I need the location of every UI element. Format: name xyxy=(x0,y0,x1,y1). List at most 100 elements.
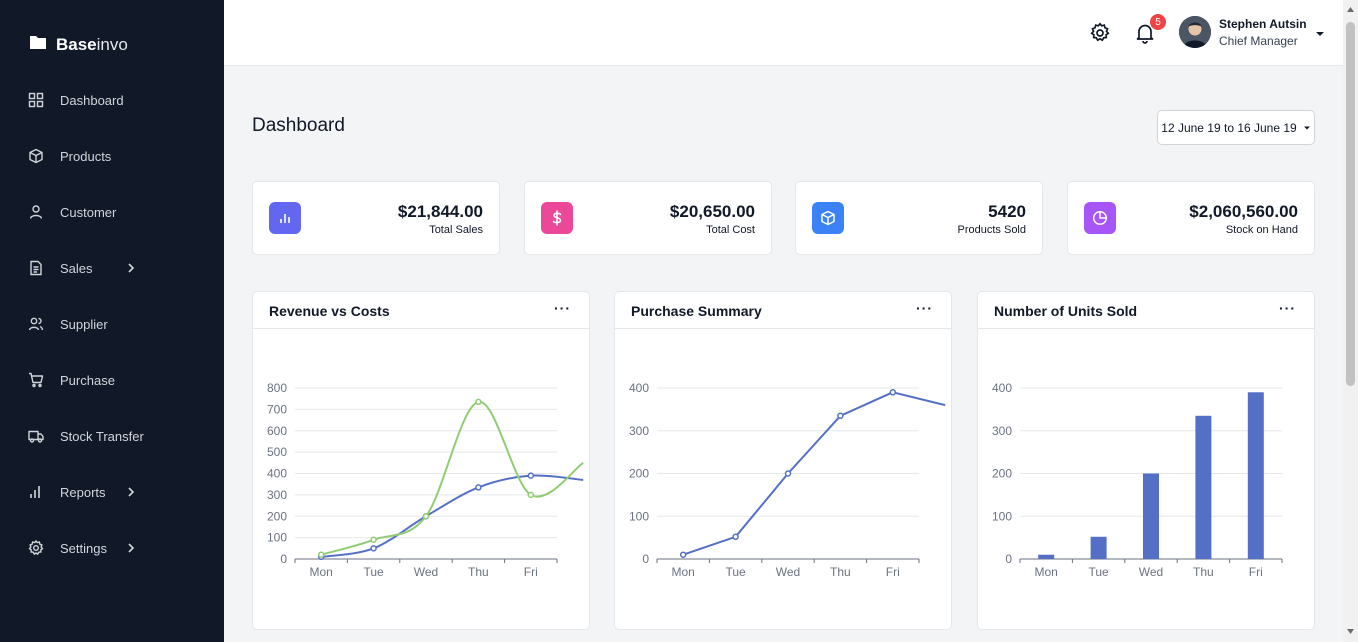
sidebar-item-label: Stock Transfer xyxy=(60,428,144,444)
y-tick-label: 200 xyxy=(629,467,649,481)
sidebar: Baseinvo Dashboard Products Customer Sal… xyxy=(0,0,224,642)
data-point xyxy=(370,536,377,544)
x-tick-label: Thu xyxy=(468,565,489,579)
x-tick-label: Fri xyxy=(1249,565,1263,579)
sidebar-item-label: Products xyxy=(60,148,112,164)
cart-icon xyxy=(28,372,44,388)
x-tick-label: Thu xyxy=(1193,565,1214,579)
gear-icon xyxy=(28,540,44,556)
bar-chart-icon xyxy=(28,484,44,500)
page-scrollbar[interactable] xyxy=(1343,0,1358,642)
y-tick-label: 0 xyxy=(642,552,649,566)
scroll-down-arrow-icon[interactable] xyxy=(1346,628,1355,636)
stat-card-total-sales: $21,844.00 Total Sales xyxy=(252,181,500,255)
y-tick-label: 100 xyxy=(267,531,287,545)
data-point xyxy=(422,513,430,520)
card-header: Revenue vs Costs ··· xyxy=(253,292,589,329)
document-icon xyxy=(28,260,44,276)
x-tick-label: Fri xyxy=(524,565,538,579)
data-point xyxy=(679,551,687,558)
y-tick-label: 100 xyxy=(629,509,649,523)
cube-icon xyxy=(812,202,844,234)
stat-card-total-cost: $20,650.00 Total Cost xyxy=(524,181,772,255)
stat-label: Stock on Hand xyxy=(1225,224,1298,236)
date-range-label: 12 June 19 to 16 June 19 xyxy=(1161,120,1297,135)
bar xyxy=(1038,554,1055,559)
user-role: Chief Manager xyxy=(1219,34,1298,48)
y-tick-label: 400 xyxy=(267,467,287,481)
chevron-right-icon xyxy=(124,261,138,275)
folder-icon xyxy=(29,34,47,55)
stat-value: $20,650.00 xyxy=(669,202,755,221)
sidebar-item-stock-transfer[interactable]: Stock Transfer xyxy=(0,408,224,464)
y-tick-label: 400 xyxy=(629,381,649,395)
stat-card-stock-on-hand: $2,060,560.00 Stock on Hand xyxy=(1067,181,1315,255)
data-point xyxy=(475,484,482,491)
stat-card-products-sold: 5420 Products Sold xyxy=(795,181,1043,255)
purchase-summary-chart: 0 100 200 300 400 Mon Tue Wed Thu Fri xyxy=(629,381,946,579)
sidebar-item-supplier[interactable]: Supplier xyxy=(0,296,224,352)
sidebar-item-products[interactable]: Products xyxy=(0,128,224,184)
sidebar-item-sales[interactable]: Sales xyxy=(0,240,224,296)
sidebar-nav: Dashboard Products Customer Sales Suppli… xyxy=(0,72,224,576)
caret-down-icon[interactable] xyxy=(1314,27,1326,39)
y-tick-label: 200 xyxy=(992,467,1012,481)
stat-label: Total Cost xyxy=(706,224,755,236)
data-point xyxy=(370,545,377,552)
x-tick-label: Fri xyxy=(886,565,900,579)
brand-logo[interactable]: Baseinvo xyxy=(29,34,128,55)
y-tick-label: 500 xyxy=(267,445,287,459)
sidebar-item-label: Purchase xyxy=(60,372,115,388)
data-point xyxy=(527,491,535,499)
chart-card-purchase-summary: Purchase Summary ··· 0 100 200 300 400 Mon Tue… xyxy=(614,291,952,630)
pie-chart-icon xyxy=(1084,202,1116,234)
users-icon xyxy=(28,316,44,332)
y-tick-label: 600 xyxy=(267,424,287,438)
more-options-icon[interactable]: ··· xyxy=(554,300,571,316)
user-name[interactable]: Stephen Autsin xyxy=(1219,17,1307,31)
sidebar-item-label: Settings xyxy=(60,540,107,556)
more-options-icon[interactable]: ··· xyxy=(916,300,933,316)
x-tick-label: Mon xyxy=(310,565,333,579)
y-tick-label: 200 xyxy=(267,509,287,523)
chevron-right-icon xyxy=(124,485,138,499)
sidebar-item-reports[interactable]: Reports xyxy=(0,464,224,520)
data-point xyxy=(527,472,535,479)
card-header: Number of Units Sold ··· xyxy=(978,292,1314,329)
sidebar-item-label: Dashboard xyxy=(60,92,124,108)
bar-chart-icon xyxy=(269,202,301,234)
box-icon xyxy=(28,148,44,164)
truck-icon xyxy=(28,428,44,444)
brand-name-light: invo xyxy=(96,34,128,54)
bar xyxy=(1143,473,1159,559)
y-tick-label: 0 xyxy=(1005,552,1012,566)
stat-label: Products Sold xyxy=(957,224,1026,236)
sidebar-item-label: Supplier xyxy=(60,316,108,332)
stat-value: 5420 xyxy=(988,202,1026,221)
data-point xyxy=(475,398,482,406)
x-tick-label: Wed xyxy=(414,565,438,579)
date-range-picker[interactable]: 12 June 19 to 16 June 19 xyxy=(1157,110,1315,145)
avatar[interactable] xyxy=(1179,16,1211,48)
chart-card-revenue-vs-costs: Revenue vs Costs ··· 0 100 200 300 400 500 600… xyxy=(252,291,590,630)
sidebar-item-customer[interactable]: Customer xyxy=(0,184,224,240)
gear-icon[interactable] xyxy=(1089,22,1111,44)
more-options-icon[interactable]: ··· xyxy=(1279,300,1296,316)
sidebar-item-label: Customer xyxy=(60,204,117,220)
sidebar-item-settings[interactable]: Settings xyxy=(0,520,224,576)
y-tick-label: 300 xyxy=(629,424,649,438)
dollar-icon xyxy=(541,202,573,234)
sidebar-item-dashboard[interactable]: Dashboard xyxy=(0,72,224,128)
data-point xyxy=(784,470,792,477)
data-point xyxy=(837,412,844,420)
user-icon xyxy=(28,204,44,220)
x-tick-label: Thu xyxy=(830,565,851,579)
chevron-right-icon xyxy=(124,541,138,555)
sidebar-item-purchase[interactable]: Purchase xyxy=(0,352,224,408)
top-bar: 5 Stephen Autsin Chief Manager xyxy=(224,0,1343,66)
scrollbar-thumb[interactable] xyxy=(1346,22,1355,386)
x-tick-label: Mon xyxy=(1035,565,1058,579)
series-line xyxy=(320,400,584,556)
scroll-up-arrow-icon[interactable] xyxy=(1346,6,1355,14)
data-point xyxy=(317,551,325,558)
